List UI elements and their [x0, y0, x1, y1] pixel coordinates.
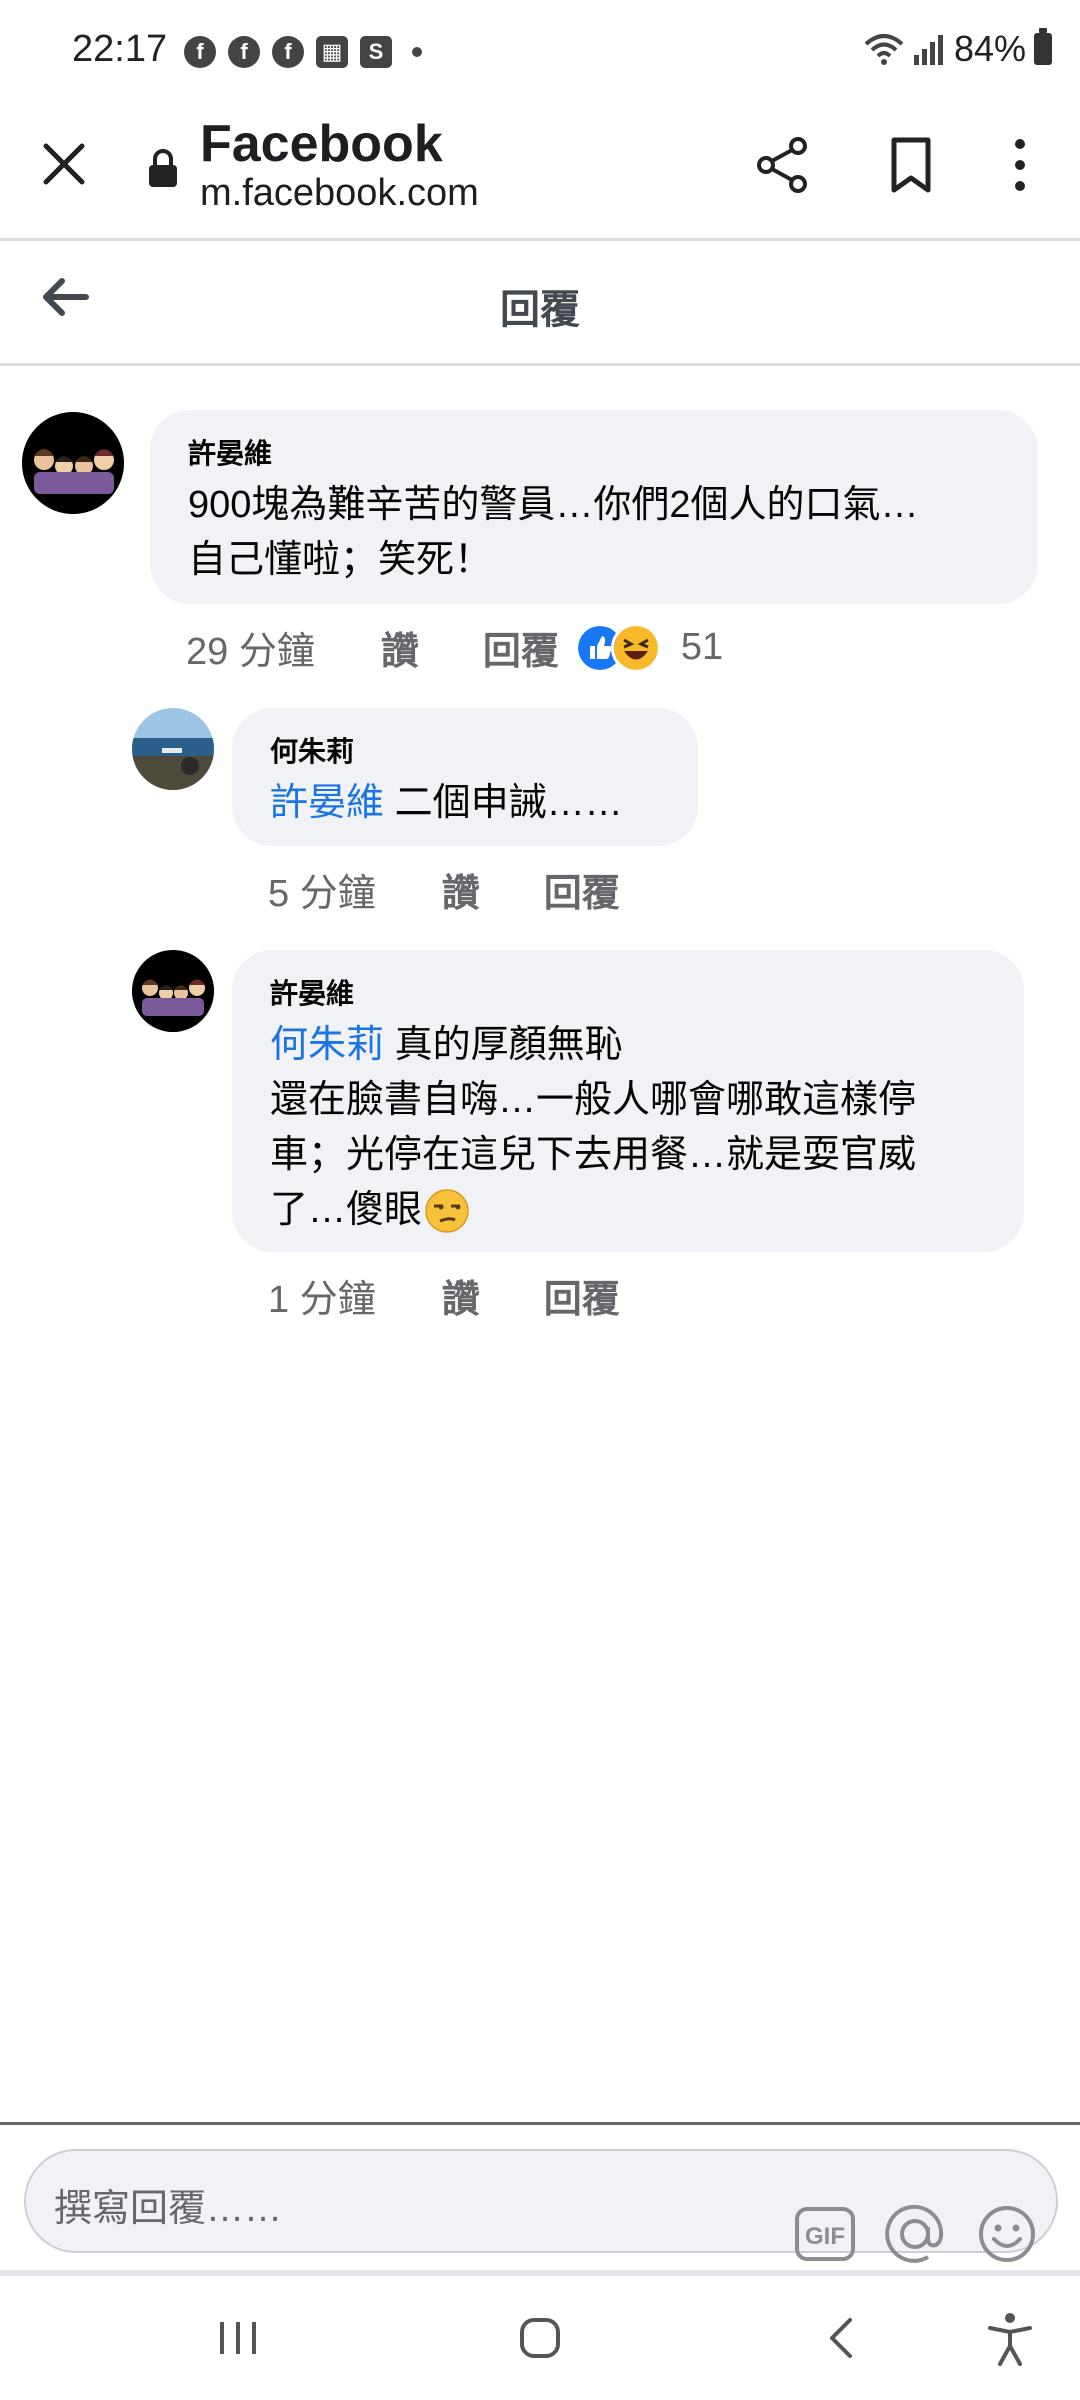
- comment-text-line: 還在臉書自嗨…一般人哪會哪敢這樣停: [270, 1079, 917, 1121]
- reply-input-placeholder: 撰寫回覆……: [54, 2188, 283, 2230]
- comment-bubble: 許晏維 何朱莉 真的厚顏無恥 還在臉書自嗨…一般人哪會哪敢這樣停 車；光停在這兒…: [232, 950, 1024, 1252]
- page-title: Facebook: [200, 115, 443, 173]
- mention-icon[interactable]: [884, 2203, 946, 2265]
- avatar[interactable]: [22, 412, 124, 514]
- lock-icon: [149, 149, 177, 187]
- comment-time[interactable]: 29 分鐘: [186, 620, 315, 675]
- home-icon[interactable]: [510, 2308, 570, 2368]
- comment-actions: 29 分鐘 讚 回覆 51: [186, 620, 723, 675]
- battery-icon: [1034, 28, 1052, 65]
- comment-author[interactable]: 何朱莉: [270, 730, 698, 770]
- like-button[interactable]: 讚: [381, 620, 419, 675]
- haha-icon: [610, 622, 661, 673]
- notification-icons: f f f ▦ S: [184, 36, 422, 68]
- recent-apps-icon[interactable]: [208, 2308, 268, 2368]
- comment-author[interactable]: 許晏維: [270, 972, 1024, 1012]
- comment-text-body: 了…傻眼: [270, 1189, 423, 1231]
- comment-text-body: 二個申誡……: [384, 782, 623, 824]
- facebook-notification-icon: f: [184, 36, 216, 68]
- reaction-count[interactable]: 51: [681, 626, 723, 669]
- comment-text-line: 何朱莉 真的厚顏無恥: [270, 1018, 1024, 1073]
- reply-button[interactable]: 回覆: [544, 862, 620, 917]
- reactions[interactable]: [574, 622, 661, 673]
- comment-bubble: 何朱莉 許晏維 二個申誡……: [232, 708, 698, 846]
- comment-text: 900塊為難辛苦的警員…你們2個人的口氣… 自己懂啦；笑死！: [188, 478, 1038, 588]
- accessibility-icon[interactable]: [980, 2308, 1040, 2368]
- facebook-notification-icon: f: [272, 36, 304, 68]
- comment-actions: 5 分鐘 讚 回覆: [268, 862, 620, 917]
- back-icon[interactable]: [812, 2308, 872, 2368]
- more-options-icon[interactable]: [1000, 134, 1040, 196]
- landscape-avatar-icon: [132, 708, 214, 790]
- header-title: 回覆: [500, 288, 580, 332]
- like-button[interactable]: 讚: [442, 862, 480, 917]
- gif-label: GIF: [805, 2223, 845, 2250]
- gif-icon[interactable]: GIF: [794, 2203, 856, 2265]
- signal-icon: [913, 35, 943, 65]
- comment-actions: 1 分鐘 讚 回覆: [268, 1268, 620, 1323]
- gallery-notification-icon: ▦: [316, 36, 348, 68]
- comment-text-line: 900塊為難辛苦的警員…你們2個人的口氣…: [188, 484, 919, 526]
- close-icon[interactable]: [36, 136, 92, 192]
- reply-composer: 撰寫回覆…… GIF: [0, 2122, 1080, 2277]
- comment-text-line: 車；光停在這兒下去用餐…就是耍官威: [270, 1134, 917, 1176]
- comment-text: 何朱莉 真的厚顏無恥 還在臉書自嗨…一般人哪會哪敢這樣停 車；光停在這兒下去用餐…: [270, 1018, 1024, 1238]
- reply-button[interactable]: 回覆: [483, 620, 559, 675]
- reply-button[interactable]: 回覆: [544, 1268, 620, 1323]
- reply-input[interactable]: 撰寫回覆…… GIF: [24, 2149, 1058, 2263]
- unamused-face-icon: [425, 1188, 469, 1233]
- page-url: m.facebook.com: [200, 172, 479, 214]
- more-notifications-dot-icon: [412, 47, 422, 57]
- cartoon-faces-avatar-icon: [132, 950, 214, 1032]
- comment-text: 許晏維 二個申誡……: [270, 776, 698, 831]
- battery-percent: 84%: [953, 28, 1026, 69]
- share-icon[interactable]: [752, 134, 814, 196]
- cartoon-faces-avatar-icon: [22, 412, 124, 514]
- comment-bubble: 許晏維 900塊為難辛苦的警員…你們2個人的口氣… 自己懂啦；笑死！: [150, 410, 1038, 604]
- comment-text-line: 自己懂啦；笑死！: [188, 539, 493, 581]
- system-navigation-bar: [0, 2276, 1080, 2400]
- replies-header: 回覆: [0, 241, 1080, 366]
- avatar[interactable]: [132, 950, 214, 1032]
- wifi-icon: [864, 34, 904, 65]
- mention-link[interactable]: 何朱莉: [270, 1024, 384, 1066]
- comment-text-body: 真的厚顏無恥: [384, 1024, 623, 1066]
- status-time: 22:17: [72, 28, 168, 70]
- bookmark-icon[interactable]: [880, 134, 942, 196]
- status-bar: 22:17 f f f ▦ S 84%: [0, 0, 1080, 100]
- comment-text-line: 了…傻眼: [270, 1183, 1024, 1238]
- comment-author[interactable]: 許晏維: [188, 432, 1038, 472]
- facebook-notification-icon: f: [228, 36, 260, 68]
- comment-time[interactable]: 5 分鐘: [268, 862, 376, 917]
- mention-link[interactable]: 許晏維: [270, 782, 384, 824]
- shopping-notification-icon: S: [360, 36, 392, 68]
- custom-tab-toolbar: Facebook m.facebook.com: [0, 100, 1080, 241]
- status-right: 84%: [864, 28, 1052, 70]
- emoji-icon[interactable]: [976, 2203, 1038, 2265]
- comment-time[interactable]: 1 分鐘: [268, 1268, 376, 1323]
- avatar[interactable]: [132, 708, 214, 790]
- like-button[interactable]: 讚: [442, 1268, 480, 1323]
